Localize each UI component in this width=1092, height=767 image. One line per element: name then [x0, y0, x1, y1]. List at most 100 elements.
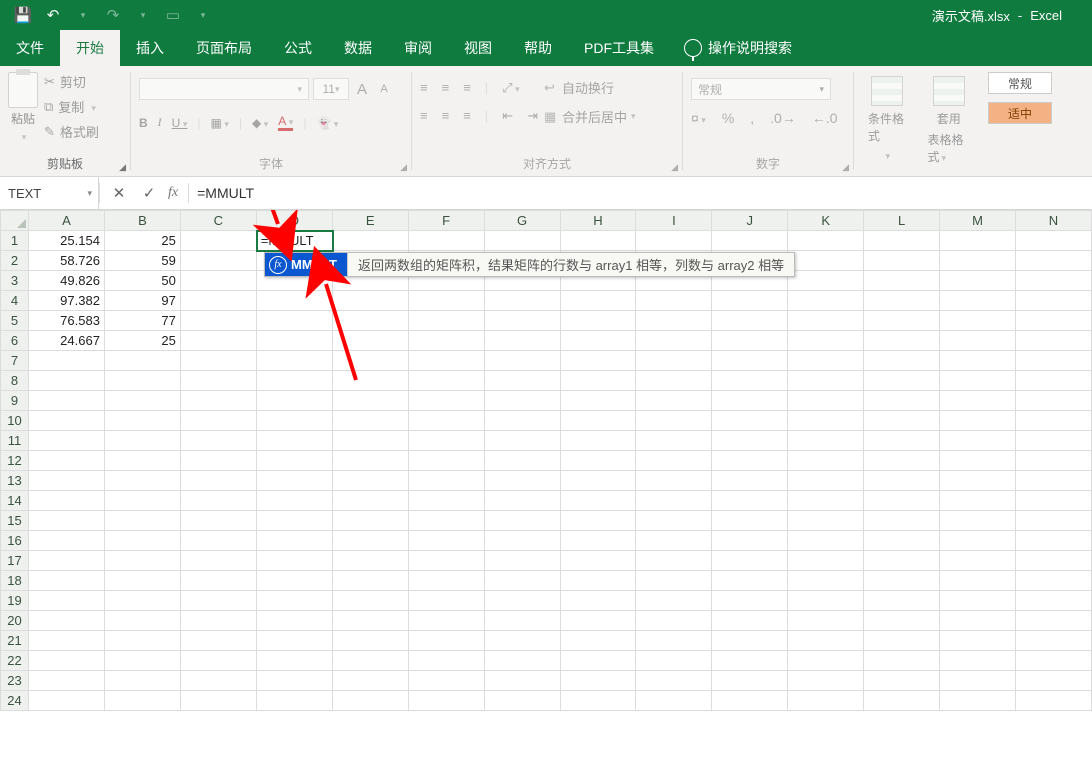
cell-K2[interactable]: [788, 251, 864, 271]
cell-J21[interactable]: [712, 631, 788, 651]
cell-K5[interactable]: [788, 311, 864, 331]
cell-I4[interactable]: [636, 291, 712, 311]
cell-K13[interactable]: [788, 471, 864, 491]
cell-B12[interactable]: [104, 451, 180, 471]
cell-H9[interactable]: [560, 391, 636, 411]
cell-D1[interactable]: =MMULT: [256, 231, 332, 251]
cell-I18[interactable]: [636, 571, 712, 591]
indent-inc-icon[interactable]: ⇥: [527, 108, 538, 124]
cell-C11[interactable]: [180, 431, 256, 451]
cell-F20[interactable]: [408, 611, 484, 631]
merge-center-button[interactable]: 合并后居中: [544, 107, 636, 126]
row-header[interactable]: 8: [1, 371, 29, 391]
cell-L15[interactable]: [864, 511, 940, 531]
cell-G9[interactable]: [484, 391, 560, 411]
row-header[interactable]: 21: [1, 631, 29, 651]
row-header[interactable]: 18: [1, 571, 29, 591]
cell-L16[interactable]: [864, 531, 940, 551]
cell-J14[interactable]: [712, 491, 788, 511]
tell-me-search[interactable]: 操作说明搜索: [670, 30, 792, 66]
cell-K9[interactable]: [788, 391, 864, 411]
cell-A5[interactable]: 76.583: [28, 311, 104, 331]
cell-L2[interactable]: [864, 251, 940, 271]
cell-K19[interactable]: [788, 591, 864, 611]
cell-M8[interactable]: [940, 371, 1016, 391]
cell-M1[interactable]: [940, 231, 1016, 251]
name-box-dropdown-icon[interactable]: ▾: [87, 188, 92, 199]
cell-N9[interactable]: [1015, 391, 1091, 411]
cell-G21[interactable]: [484, 631, 560, 651]
cell-K6[interactable]: [788, 331, 864, 351]
cell-D20[interactable]: [256, 611, 332, 631]
cell-A21[interactable]: [28, 631, 104, 651]
font-color-button[interactable]: A: [278, 114, 293, 131]
cell-D18[interactable]: [256, 571, 332, 591]
cell-F21[interactable]: [408, 631, 484, 651]
customize-qat-icon[interactable]: ▾: [194, 6, 212, 24]
cell-G11[interactable]: [484, 431, 560, 451]
cell-F24[interactable]: [408, 691, 484, 711]
cell-H19[interactable]: [560, 591, 636, 611]
cell-I10[interactable]: [636, 411, 712, 431]
cell-N22[interactable]: [1015, 651, 1091, 671]
cell-G12[interactable]: [484, 451, 560, 471]
cell-L3[interactable]: [864, 271, 940, 291]
tab-formula[interactable]: 公式: [268, 30, 328, 66]
cell-F7[interactable]: [408, 351, 484, 371]
cell-D21[interactable]: [256, 631, 332, 651]
cell-E20[interactable]: [332, 611, 408, 631]
cell-M23[interactable]: [940, 671, 1016, 691]
fill-color-button[interactable]: ◆: [252, 116, 268, 130]
cell-A6[interactable]: 24.667: [28, 331, 104, 351]
cell-M10[interactable]: [940, 411, 1016, 431]
cell-B16[interactable]: [104, 531, 180, 551]
function-tooltip-name[interactable]: fx MMULT: [265, 253, 347, 276]
cell-K24[interactable]: [788, 691, 864, 711]
cell-G20[interactable]: [484, 611, 560, 631]
cell-F15[interactable]: [408, 511, 484, 531]
cell-E5[interactable]: [332, 311, 408, 331]
cell-N17[interactable]: [1015, 551, 1091, 571]
select-all-corner[interactable]: [1, 211, 29, 231]
tab-file[interactable]: 文件: [0, 30, 60, 66]
cell-K21[interactable]: [788, 631, 864, 651]
cell-H17[interactable]: [560, 551, 636, 571]
cell-I23[interactable]: [636, 671, 712, 691]
cell-F19[interactable]: [408, 591, 484, 611]
tab-layout[interactable]: 页面布局: [180, 30, 268, 66]
cell-G23[interactable]: [484, 671, 560, 691]
row-header[interactable]: 3: [1, 271, 29, 291]
cell-J17[interactable]: [712, 551, 788, 571]
cell-G1[interactable]: [484, 231, 560, 251]
row-header[interactable]: 11: [1, 431, 29, 451]
cut-button[interactable]: 剪切: [44, 72, 99, 91]
cell-C24[interactable]: [180, 691, 256, 711]
cell-style-neutral[interactable]: 适中: [988, 102, 1052, 124]
cell-H12[interactable]: [560, 451, 636, 471]
row-header[interactable]: 13: [1, 471, 29, 491]
bold-button[interactable]: B: [139, 116, 148, 130]
cell-D8[interactable]: [256, 371, 332, 391]
cell-M5[interactable]: [940, 311, 1016, 331]
cell-B9[interactable]: [104, 391, 180, 411]
col-header-G[interactable]: G: [484, 211, 560, 231]
cell-H16[interactable]: [560, 531, 636, 551]
cell-D10[interactable]: [256, 411, 332, 431]
cell-M19[interactable]: [940, 591, 1016, 611]
cell-B19[interactable]: [104, 591, 180, 611]
cell-I11[interactable]: [636, 431, 712, 451]
col-header-C[interactable]: C: [180, 211, 256, 231]
cell-I13[interactable]: [636, 471, 712, 491]
cell-C8[interactable]: [180, 371, 256, 391]
cell-J7[interactable]: [712, 351, 788, 371]
cell-H4[interactable]: [560, 291, 636, 311]
touch-mode-icon[interactable]: ▭: [164, 6, 182, 24]
cell-M9[interactable]: [940, 391, 1016, 411]
cell-J1[interactable]: [712, 231, 788, 251]
cell-K16[interactable]: [788, 531, 864, 551]
cell-B23[interactable]: [104, 671, 180, 691]
row-header[interactable]: 22: [1, 651, 29, 671]
cell-M7[interactable]: [940, 351, 1016, 371]
cell-E15[interactable]: [332, 511, 408, 531]
cell-D16[interactable]: [256, 531, 332, 551]
